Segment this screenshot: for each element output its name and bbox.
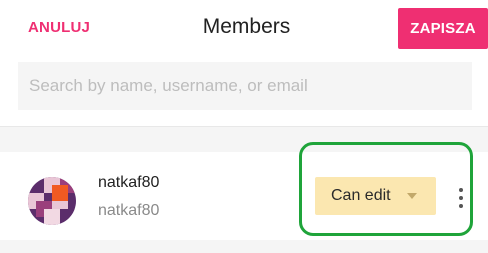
bottom-divider (0, 240, 488, 253)
member-row: natkaf80 natkaf80 Can edit (0, 152, 488, 240)
search-input[interactable] (18, 62, 472, 110)
members-dialog: ANULUJ Members ZAPISZA natkaf80 natkaf80… (0, 0, 488, 253)
member-username: natkaf80 (98, 202, 160, 219)
role-dropdown[interactable]: Can edit (315, 177, 436, 215)
dialog-header: ANULUJ Members ZAPISZA (0, 0, 488, 56)
more-options-icon[interactable] (452, 186, 470, 214)
member-name: natkaf80 (98, 174, 160, 191)
avatar-pattern-icon (28, 177, 76, 225)
chevron-down-icon (407, 193, 417, 199)
role-label: Can edit (331, 187, 391, 204)
section-divider (0, 126, 488, 153)
save-button[interactable]: ZAPISZA (398, 8, 488, 49)
